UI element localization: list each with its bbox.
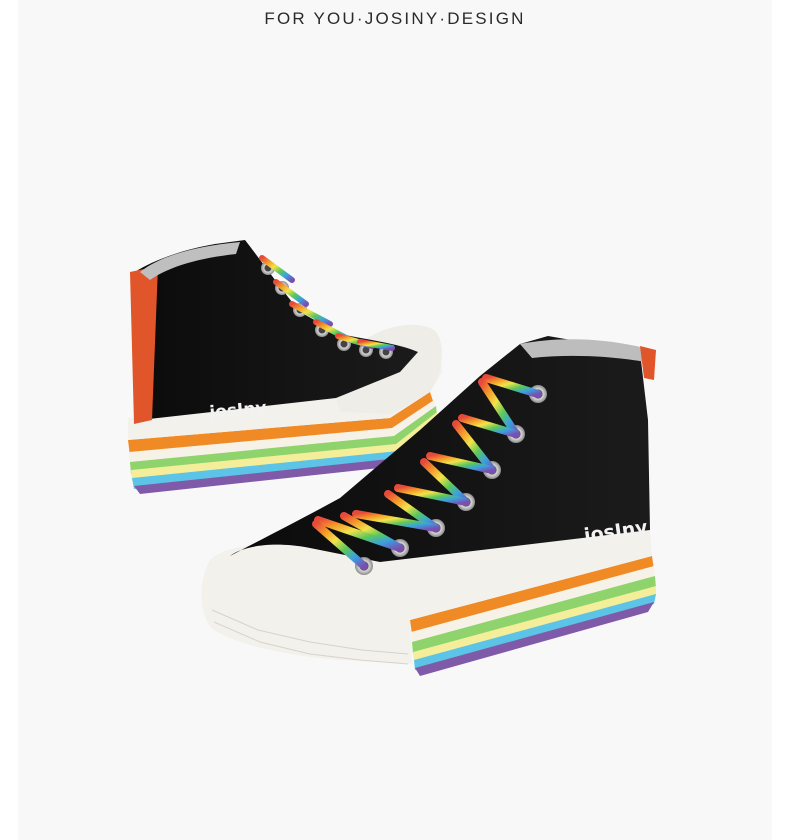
product-photo: josIny josIny (128, 240, 656, 676)
product-page: FOR YOU·JOSINY·DESIGN josIny josIny (0, 0, 790, 840)
